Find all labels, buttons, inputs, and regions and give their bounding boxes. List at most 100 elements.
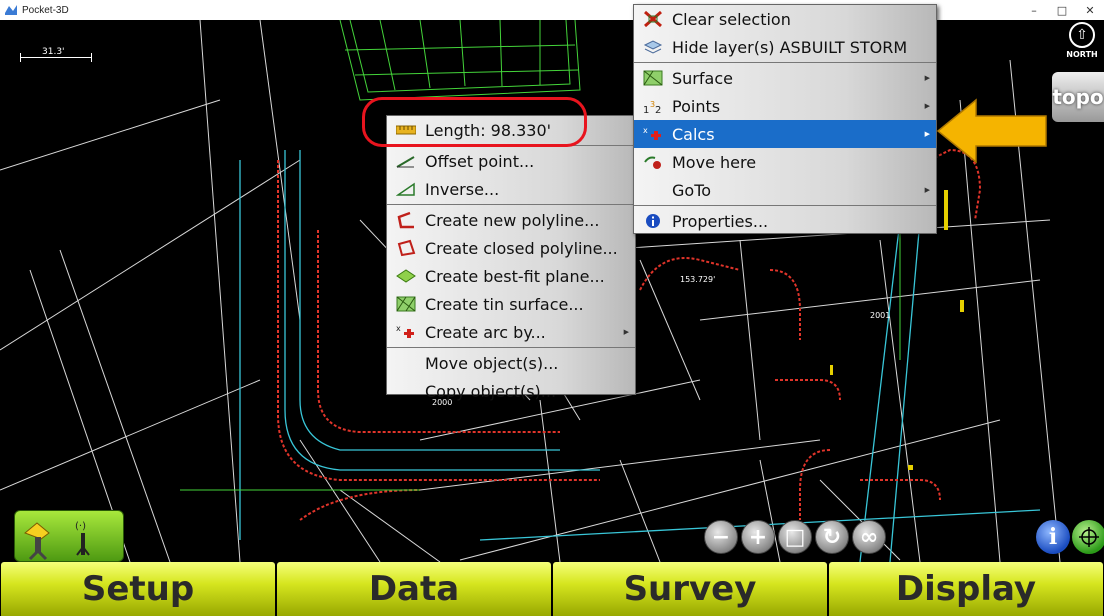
infinity-button[interactable]: ∞ xyxy=(852,520,886,554)
submenu-arrow-icon: ▶ xyxy=(924,130,930,138)
submenu-arrow-icon: ▶ xyxy=(623,328,629,336)
annotation-2001: 2001 xyxy=(870,311,890,320)
menu-item-move-objects[interactable]: Move object(s)... xyxy=(387,349,635,377)
menu-item-label: Move here xyxy=(672,152,757,172)
annotation-distance: 153.729' xyxy=(680,275,715,284)
menu-item-label: Create best-fit plane... xyxy=(425,266,605,286)
plus-icon: + xyxy=(748,524,768,550)
crosshair-icon xyxy=(1079,527,1099,547)
app-icon xyxy=(5,5,17,15)
menu-item-move-here[interactable]: Move here xyxy=(634,148,936,176)
north-indicator[interactable]: ⇧ NORTH xyxy=(1062,22,1102,66)
north-label: NORTH xyxy=(1066,50,1098,59)
submenu-arrow-icon: ▶ xyxy=(924,74,930,82)
length-highlight-annotation xyxy=(362,97,587,147)
menu-item-copy-objects[interactable]: Copy object(s)... xyxy=(387,377,635,405)
title-bar: Pocket-3D – □ ✕ xyxy=(0,0,1104,20)
svg-text:x: x xyxy=(396,324,401,333)
north-arrow-icon: ⇧ xyxy=(1069,22,1095,48)
target-button[interactable] xyxy=(1072,520,1104,554)
svg-text:1: 1 xyxy=(643,105,649,115)
orange-arrow-icon xyxy=(936,98,1047,164)
menu-item-label: Copy object(s)... xyxy=(425,381,557,401)
menu-item-surface[interactable]: Surface ▶ xyxy=(634,64,936,92)
svg-text:(·): (·) xyxy=(75,521,86,532)
menu-item-inverse[interactable]: Inverse... xyxy=(387,175,635,203)
rotate-view-button[interactable]: ↻ xyxy=(815,520,849,554)
gps-status-button[interactable]: (·) xyxy=(14,510,124,562)
arc-icon: x xyxy=(395,323,417,341)
zoom-out-button[interactable]: − xyxy=(704,520,738,554)
svg-text:x: x xyxy=(643,126,648,135)
square-icon: □ xyxy=(784,524,806,550)
bottom-tab-bar: Setup Data Survey Display xyxy=(0,562,1104,616)
svg-text:2: 2 xyxy=(655,105,661,115)
menu-item-tin-surface[interactable]: Create tin surface... xyxy=(387,290,635,318)
calcs-icon: x xyxy=(642,125,664,143)
menu-item-calcs[interactable]: x Calcs ▶ xyxy=(634,120,936,148)
menu-item-label: Move object(s)... xyxy=(425,353,559,373)
tab-survey[interactable]: Survey xyxy=(553,562,827,616)
submenu-arrow-icon: ▶ xyxy=(924,186,930,194)
menu-item-offset-point[interactable]: Offset point... xyxy=(387,147,635,175)
menu-item-clear-selection[interactable]: Clear selection xyxy=(634,5,936,33)
scale-label: 31.3' xyxy=(42,47,65,57)
minimize-button[interactable]: – xyxy=(1020,0,1048,20)
minus-icon: − xyxy=(711,524,731,550)
gps-rover-icon: (·) xyxy=(24,521,90,561)
menu-item-properties[interactable]: Properties... xyxy=(634,207,936,235)
tin-surface-icon xyxy=(395,295,417,313)
hide-layer-icon xyxy=(642,38,664,56)
infinity-icon: ∞ xyxy=(859,524,879,550)
info-icon xyxy=(642,212,664,230)
menu-item-best-fit-plane[interactable]: Create best-fit plane... xyxy=(387,262,635,290)
tab-data[interactable]: Data xyxy=(277,562,551,616)
closed-polyline-icon xyxy=(395,239,417,257)
zoom-in-button[interactable]: + xyxy=(741,520,775,554)
window-controls: – □ ✕ xyxy=(1020,0,1104,20)
menu-item-label: Create arc by... xyxy=(425,322,546,342)
menu-item-label: Calcs xyxy=(672,124,715,144)
plane-icon xyxy=(395,267,417,285)
polyline-icon xyxy=(395,211,417,229)
menu-item-hide-layers[interactable]: Hide layer(s) ASBUILT STORM xyxy=(634,33,936,61)
menu-item-points[interactable]: 132 Points ▶ xyxy=(634,92,936,120)
surface-icon xyxy=(642,69,664,87)
context-menu-object: Length: 98.330' Offset point... Inverse.… xyxy=(386,115,636,401)
scale-bar: 31.3' xyxy=(20,47,92,62)
menu-item-create-arc[interactable]: x Create arc by... ▶ xyxy=(387,318,635,346)
context-menu-main: Clear selection Hide layer(s) ASBUILT ST… xyxy=(633,4,937,234)
offset-icon xyxy=(395,152,417,170)
menu-item-label: Surface xyxy=(672,68,733,88)
menu-item-label: Inverse... xyxy=(425,179,500,199)
close-button[interactable]: ✕ xyxy=(1076,0,1104,20)
menu-item-label: Hide layer(s) ASBUILT STORM xyxy=(672,37,908,57)
menu-item-label: Points xyxy=(672,96,721,116)
info-icon: i xyxy=(1048,524,1058,550)
window-title: Pocket-3D xyxy=(22,4,69,16)
menu-item-label: Create new polyline... xyxy=(425,210,600,230)
menu-item-create-polyline[interactable]: Create new polyline... xyxy=(387,206,635,234)
menu-item-label: Offset point... xyxy=(425,151,535,171)
tab-display[interactable]: Display xyxy=(829,562,1103,616)
inverse-icon xyxy=(395,180,417,198)
move-here-icon xyxy=(642,153,664,171)
app-window: Pocket-3D – □ ✕ 153.729' 2001 2000 31.3'… xyxy=(0,0,1104,616)
zoom-extents-button[interactable]: □ xyxy=(778,520,812,554)
info-button[interactable]: i xyxy=(1036,520,1070,554)
view-toolbar: − + □ ↻ ∞ xyxy=(704,520,889,554)
clear-selection-icon xyxy=(642,10,664,28)
menu-item-create-closed-polyline[interactable]: Create closed polyline... xyxy=(387,234,635,262)
menu-item-goto[interactable]: GoTo ▶ xyxy=(634,176,936,204)
points-icon: 132 xyxy=(642,97,664,115)
menu-item-label: Clear selection xyxy=(672,9,791,29)
menu-item-label: Create closed polyline... xyxy=(425,238,618,258)
menu-item-label: Create tin surface... xyxy=(425,294,584,314)
tab-setup[interactable]: Setup xyxy=(1,562,275,616)
rotate-icon: ↻ xyxy=(822,524,842,550)
maximize-button[interactable]: □ xyxy=(1048,0,1076,20)
menu-item-label: Properties... xyxy=(672,211,769,231)
menu-item-label: GoTo xyxy=(672,180,712,200)
submenu-arrow-icon: ▶ xyxy=(924,102,930,110)
topo-button[interactable]: topo xyxy=(1052,72,1104,122)
